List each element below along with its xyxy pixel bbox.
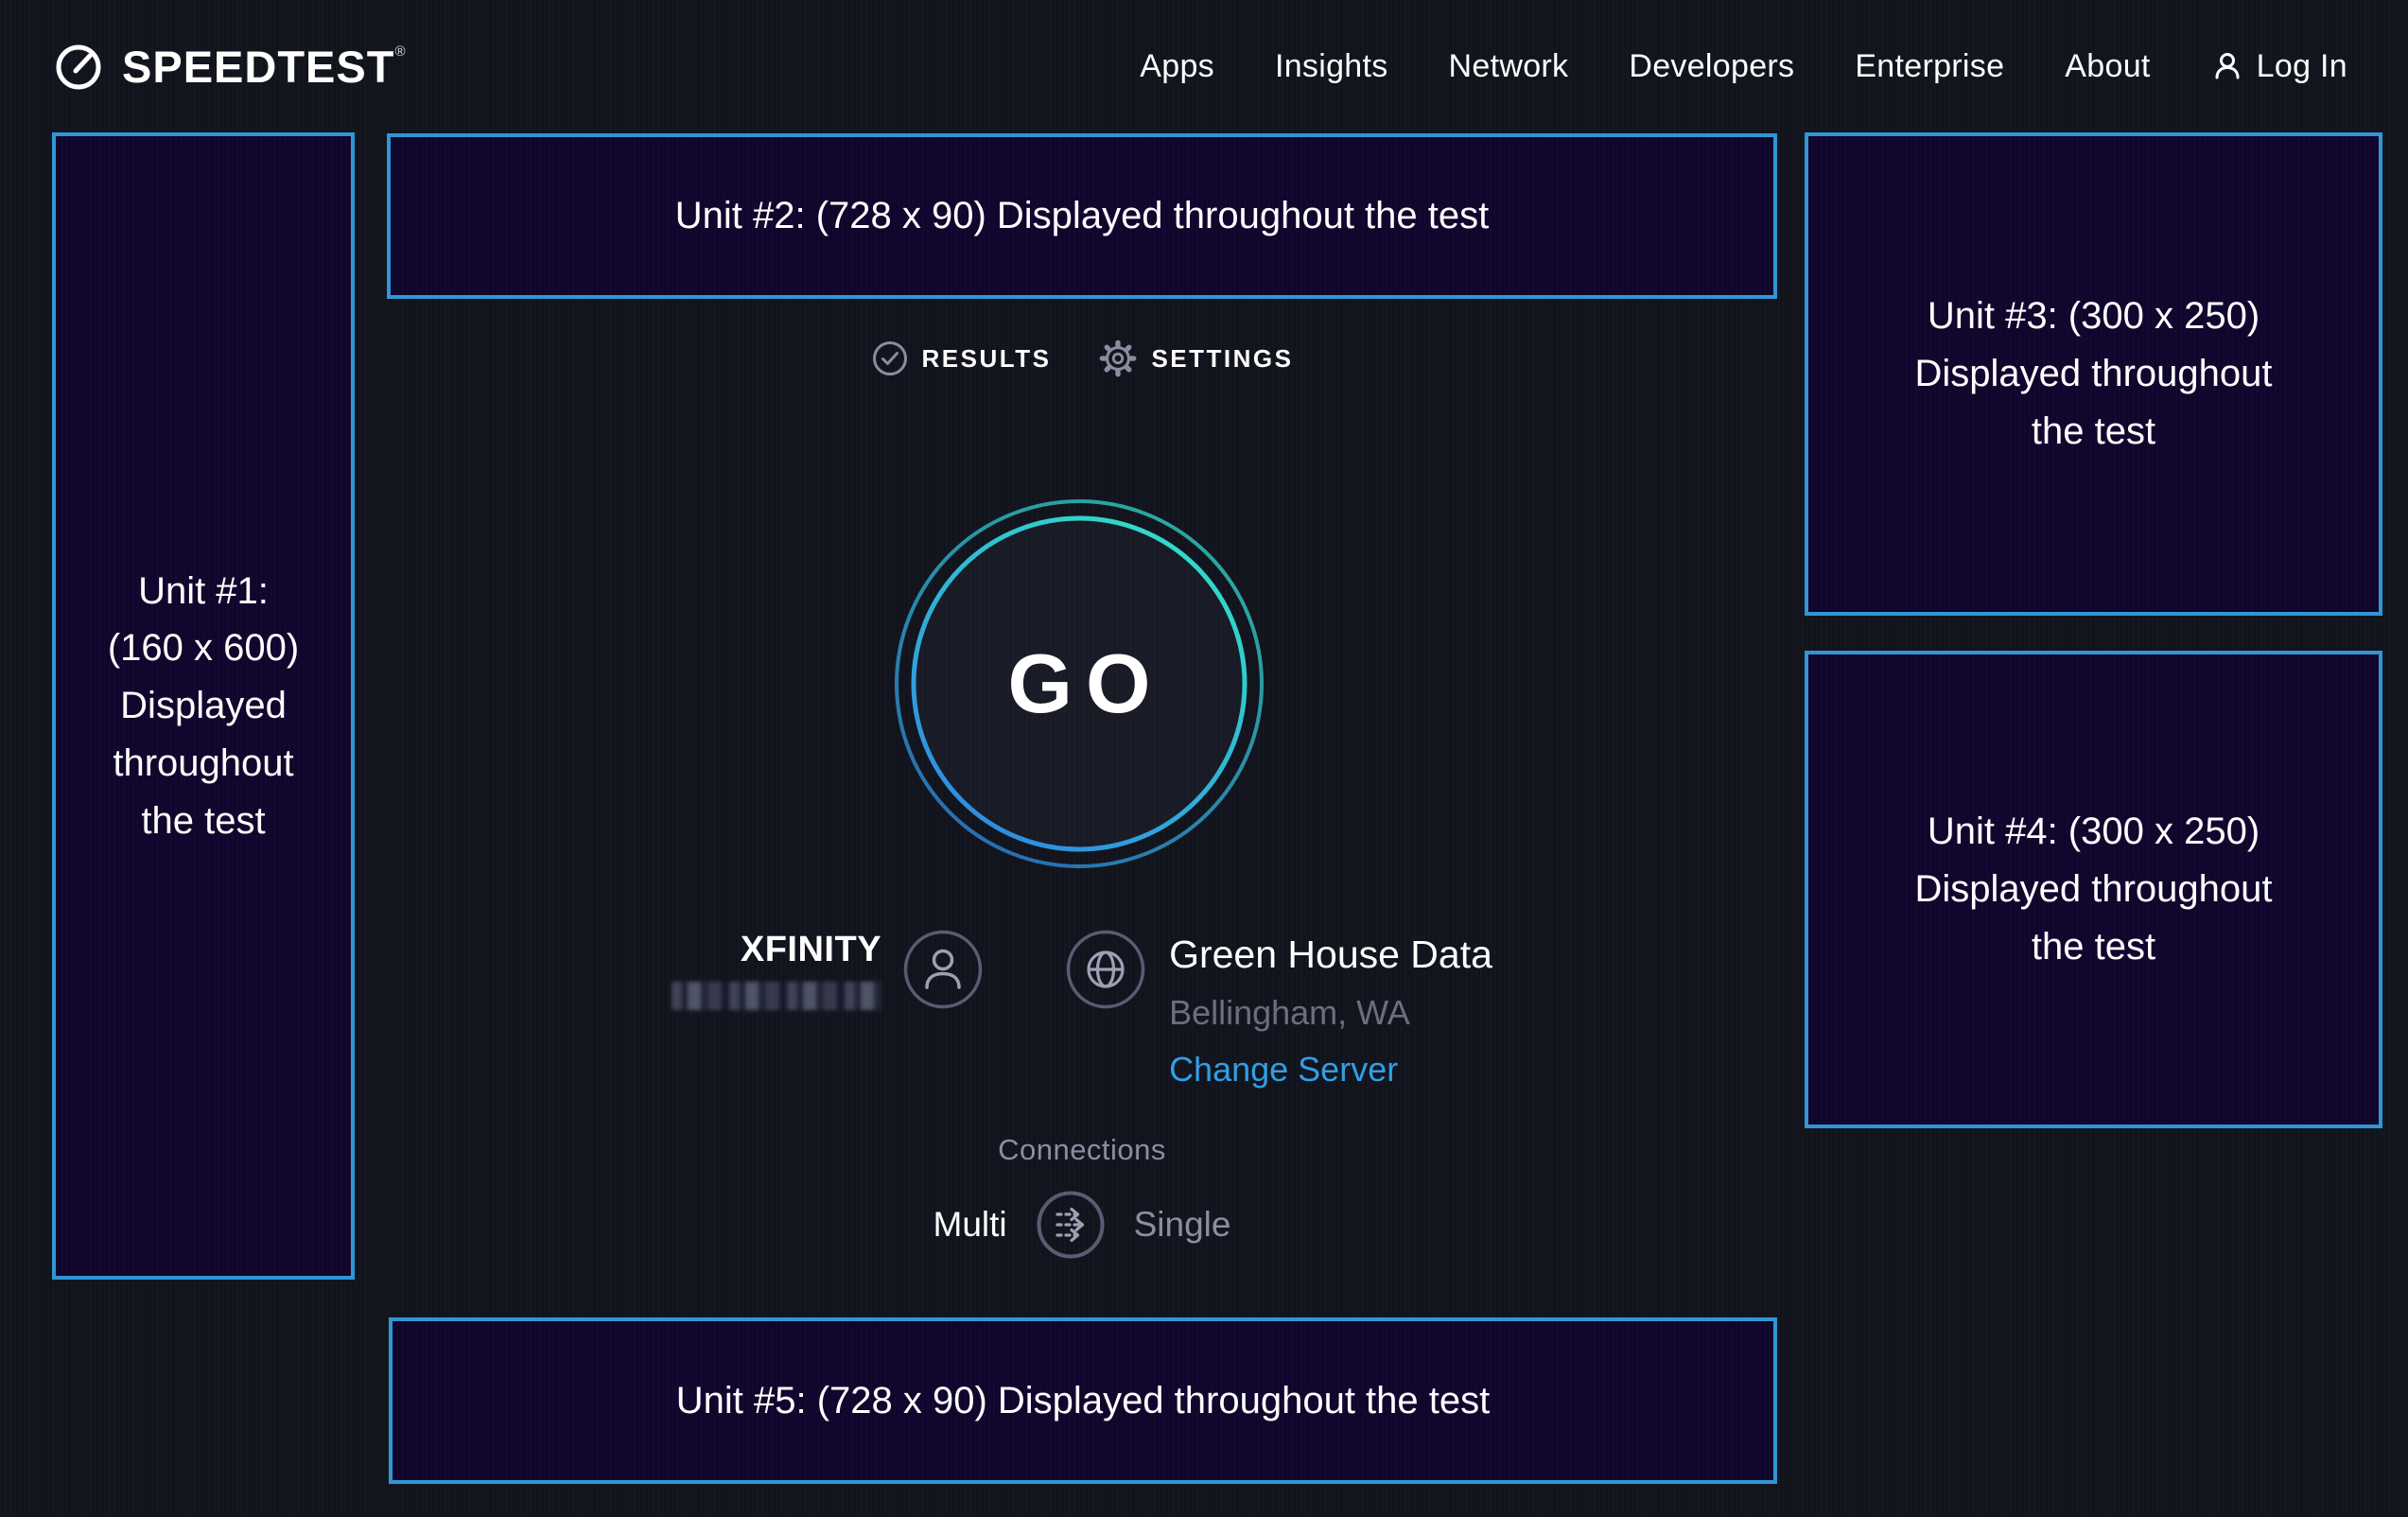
tab-label: RESULTS	[922, 344, 1052, 374]
connections-toggle[interactable]	[1036, 1190, 1106, 1260]
ad-unit-2[interactable]: Unit #2: (728 x 90) Displayed throughout…	[387, 133, 1777, 299]
nav-item-enterprise[interactable]: Enterprise	[1855, 48, 2004, 85]
gear-icon	[1098, 339, 1138, 378]
ip-address-redacted	[672, 982, 881, 1010]
login-button[interactable]: Log In	[2211, 48, 2347, 85]
server-info: Green House Data Bellingham, WA Change S…	[1065, 929, 1492, 1090]
ad-unit-4[interactable]: Unit #4: (300 x 250) Displayed throughou…	[1805, 651, 2382, 1128]
ad-unit-text: Unit #2: (728 x 90) Displayed throughout…	[675, 187, 1490, 245]
connection-option-single[interactable]: Single	[1134, 1205, 1231, 1245]
multi-arrows-icon	[1036, 1190, 1106, 1260]
brand-text: SPEEDTEST®	[122, 41, 407, 93]
top-nav-bar: SPEEDTEST® Apps Insights Network Develop…	[0, 0, 2408, 132]
ad-unit-3[interactable]: Unit #3: (300 x 250) Displayed throughou…	[1805, 132, 2382, 616]
speedtest-logo[interactable]: SPEEDTEST®	[52, 40, 407, 93]
check-circle-icon	[871, 340, 909, 377]
connections-label: Connections	[998, 1133, 1166, 1167]
nav-item-about[interactable]: About	[2065, 48, 2150, 85]
host-info-row: XFINITY Green House Data Bellingham, WA …	[387, 929, 1777, 1090]
server-location: Bellingham, WA	[1169, 993, 1492, 1033]
ad-unit-text: Unit #5: (728 x 90) Displayed throughout…	[676, 1372, 1491, 1430]
user-icon	[902, 929, 984, 1010]
globe-icon	[1065, 929, 1146, 1010]
tab-label: SETTINGS	[1151, 344, 1293, 374]
connection-option-multi[interactable]: Multi	[934, 1205, 1007, 1245]
nav-menu: Apps Insights Network Developers Enterpr…	[1140, 48, 2347, 85]
nav-item-apps[interactable]: Apps	[1140, 48, 1214, 85]
nav-item-network[interactable]: Network	[1449, 48, 1569, 85]
connections-section: Connections Multi Single	[387, 1133, 1777, 1260]
gauge-icon	[52, 40, 105, 93]
ad-unit-1[interactable]: Unit #1: (160 x 600) Displayed throughou…	[52, 132, 355, 1280]
ad-unit-5[interactable]: Unit #5: (728 x 90) Displayed throughout…	[389, 1317, 1777, 1484]
server-name: Green House Data	[1169, 933, 1492, 977]
isp-info: XFINITY	[672, 929, 984, 1010]
ad-unit-text: Unit #3: (300 x 250) Displayed throughou…	[1893, 288, 2295, 460]
nav-item-developers[interactable]: Developers	[1629, 48, 1794, 85]
results-settings-tabs: RESULTS	[387, 339, 1777, 378]
go-button[interactable]: GO	[894, 498, 1265, 869]
ad-unit-text: Unit #4: (300 x 250) Displayed throughou…	[1893, 803, 2295, 975]
login-label: Log In	[2257, 48, 2347, 85]
change-server-link[interactable]: Change Server	[1169, 1050, 1492, 1090]
trademark-mark: ®	[394, 44, 406, 60]
tab-results[interactable]: RESULTS	[871, 340, 1052, 377]
nav-item-insights[interactable]: Insights	[1275, 48, 1388, 85]
connections-toggle-row: Multi Single	[934, 1190, 1231, 1260]
tab-settings[interactable]: SETTINGS	[1098, 339, 1293, 378]
ad-unit-text: Unit #1: (160 x 600) Displayed throughou…	[100, 563, 306, 850]
go-label: GO	[894, 498, 1265, 869]
isp-name: XFINITY	[741, 930, 881, 970]
person-icon	[2211, 49, 2245, 83]
